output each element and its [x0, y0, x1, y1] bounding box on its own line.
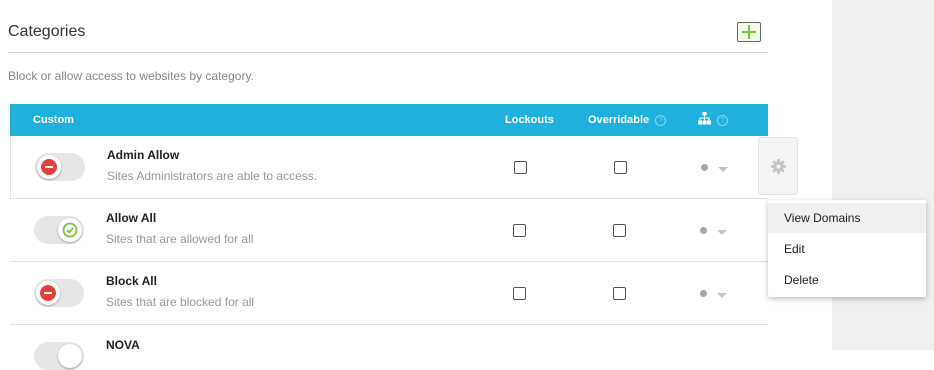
table-row: NOVA: [10, 325, 768, 370]
column-custom: Custom: [33, 114, 74, 126]
lockouts-checkbox[interactable]: [513, 287, 526, 300]
toggle-knob: [58, 218, 82, 242]
help-icon[interactable]: ?: [717, 115, 728, 126]
category-description: Sites that are allowed for all: [106, 232, 254, 246]
table-row: Allow All Sites that are allowed for all: [10, 199, 768, 262]
category-toggle[interactable]: [34, 279, 84, 307]
menu-item-edit[interactable]: Edit: [768, 234, 926, 264]
right-side-panel: [832, 0, 934, 350]
table-row: Block All Sites that are blocked for all: [10, 262, 768, 325]
menu-item-delete[interactable]: Delete: [768, 265, 926, 295]
chevron-down-icon[interactable]: [717, 293, 727, 298]
column-hierarchy: ?: [698, 112, 728, 126]
plus-icon: [742, 25, 756, 39]
section-description: Block or allow access to websites by cat…: [8, 69, 254, 83]
column-lockouts: Lockouts: [505, 114, 554, 126]
gear-icon: [771, 159, 786, 174]
category-name: Allow All: [106, 211, 157, 225]
category-description: Sites Administrators are able to access.: [107, 169, 318, 183]
help-icon[interactable]: ?: [655, 115, 667, 126]
menu-item-view-domains[interactable]: View Domains: [768, 203, 926, 233]
status-dot: [701, 164, 708, 171]
add-category-button[interactable]: [737, 22, 761, 42]
minus-circle-icon: [40, 285, 56, 301]
category-name: Admin Allow: [107, 148, 180, 162]
category-description: Sites that are blocked for all: [106, 295, 255, 309]
lockouts-checkbox[interactable]: [514, 161, 527, 174]
toggle-knob: [58, 344, 82, 368]
row-settings-button[interactable]: [758, 137, 798, 195]
category-toggle[interactable]: [34, 216, 84, 244]
title-divider: [8, 52, 768, 53]
status-dot: [700, 227, 707, 234]
category-name: Block All: [106, 274, 157, 288]
section-title: Categories: [8, 23, 86, 40]
toggle-knob: [37, 155, 61, 179]
table-header: Custom Lockouts Overridable? ?: [10, 104, 768, 136]
minus-circle-icon: [41, 159, 57, 175]
lockouts-checkbox[interactable]: [513, 224, 526, 237]
sitemap-icon: [698, 112, 711, 125]
toggle-knob: [36, 281, 60, 305]
category-toggle[interactable]: [35, 153, 85, 181]
status-dot: [700, 290, 707, 297]
column-overridable: Overridable?: [588, 114, 667, 126]
column-overridable-label: Overridable: [588, 114, 650, 126]
chevron-down-icon[interactable]: [718, 167, 728, 172]
check-circle-icon: [62, 222, 78, 238]
category-toggle[interactable]: [34, 342, 84, 370]
overridable-checkbox[interactable]: [613, 224, 626, 237]
context-menu: View Domains Edit Delete: [768, 200, 926, 297]
overridable-checkbox[interactable]: [614, 161, 627, 174]
chevron-down-icon[interactable]: [717, 230, 727, 235]
overridable-checkbox[interactable]: [613, 287, 626, 300]
table-row: Admin Allow Sites Administrators are abl…: [10, 136, 768, 199]
